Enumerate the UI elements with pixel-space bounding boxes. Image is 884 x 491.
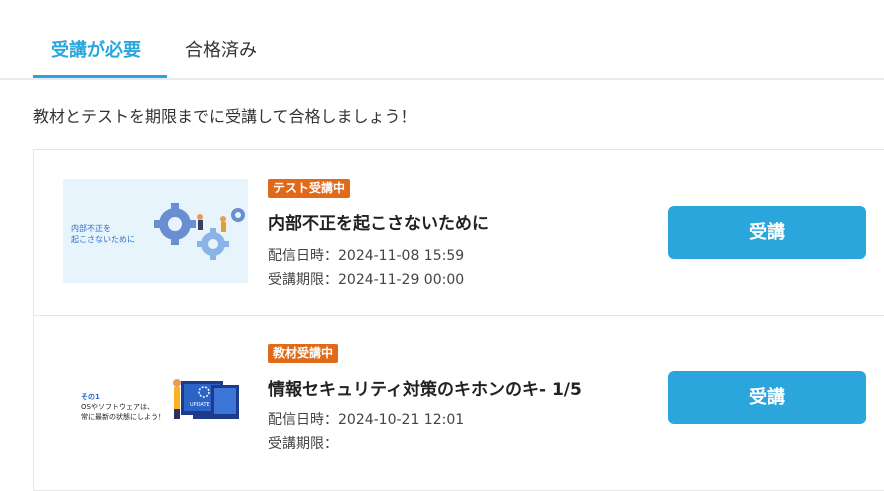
delivery-label: 配信日時：: [268, 412, 338, 428]
delivery-value: 2024-10-21 12:01: [338, 412, 465, 428]
course-item: UPDATE その1 OSやソフトウェアは、 常に最新の状態にしよう！ 教材受講…: [34, 315, 884, 481]
status-badge: テスト受講中: [268, 179, 351, 198]
deadline-label: 受講期限：: [268, 272, 338, 288]
thumbnail-text: 常に最新の状態にしよう！: [81, 412, 165, 421]
active-tab-indicator: [33, 75, 167, 78]
course-item: 内部不正を 起こさないために テスト受講中 内部不正を起こさないために 配信日時…: [34, 150, 884, 315]
delivery-value: 2024-11-08 15:59: [338, 248, 465, 264]
deadline-value: 2024-11-29 00:00: [338, 272, 465, 288]
intro-text: 教材とテストを期限までに受講して合格しましょう！: [33, 107, 417, 126]
tab-required[interactable]: 受講が必要: [51, 36, 141, 62]
delivery-date: 配信日時：2024-11-08 15:59: [268, 245, 464, 265]
course-title: 内部不正を起こさないために: [268, 214, 489, 234]
delivery-date: 配信日時：2024-10-21 12:01: [268, 409, 464, 429]
thumbnail-text: OSやソフトウェアは、: [81, 403, 154, 411]
thumbnail-text: 起こさないために: [71, 235, 135, 244]
deadline-label: 受講期限：: [268, 436, 338, 452]
course-thumbnail: 内部不正を 起こさないために: [63, 179, 248, 283]
deadline: 受講期限：2024-11-29 00:00: [268, 269, 464, 289]
delivery-label: 配信日時：: [268, 248, 338, 264]
take-course-button[interactable]: 受講: [668, 206, 866, 259]
course-thumbnail: UPDATE その1 OSやソフトウェアは、 常に最新の状態にしよう！: [63, 345, 248, 449]
take-course-button[interactable]: 受講: [668, 371, 866, 424]
course-title: 情報セキュリティ対策のキホンのキ- 1/5: [268, 380, 582, 400]
course-list: 内部不正を 起こさないために テスト受講中 内部不正を起こさないために 配信日時…: [33, 149, 884, 491]
thumbnail-text: UPDATE: [190, 402, 210, 408]
tab-bar: 受講が必要 合格済み: [0, 0, 884, 80]
status-badge: 教材受講中: [268, 344, 339, 363]
tab-passed[interactable]: 合格済み: [185, 36, 257, 62]
thumbnail-text: その1: [81, 393, 100, 401]
thumbnail-text: 内部不正を: [71, 223, 111, 233]
deadline: 受講期限：: [268, 433, 338, 453]
